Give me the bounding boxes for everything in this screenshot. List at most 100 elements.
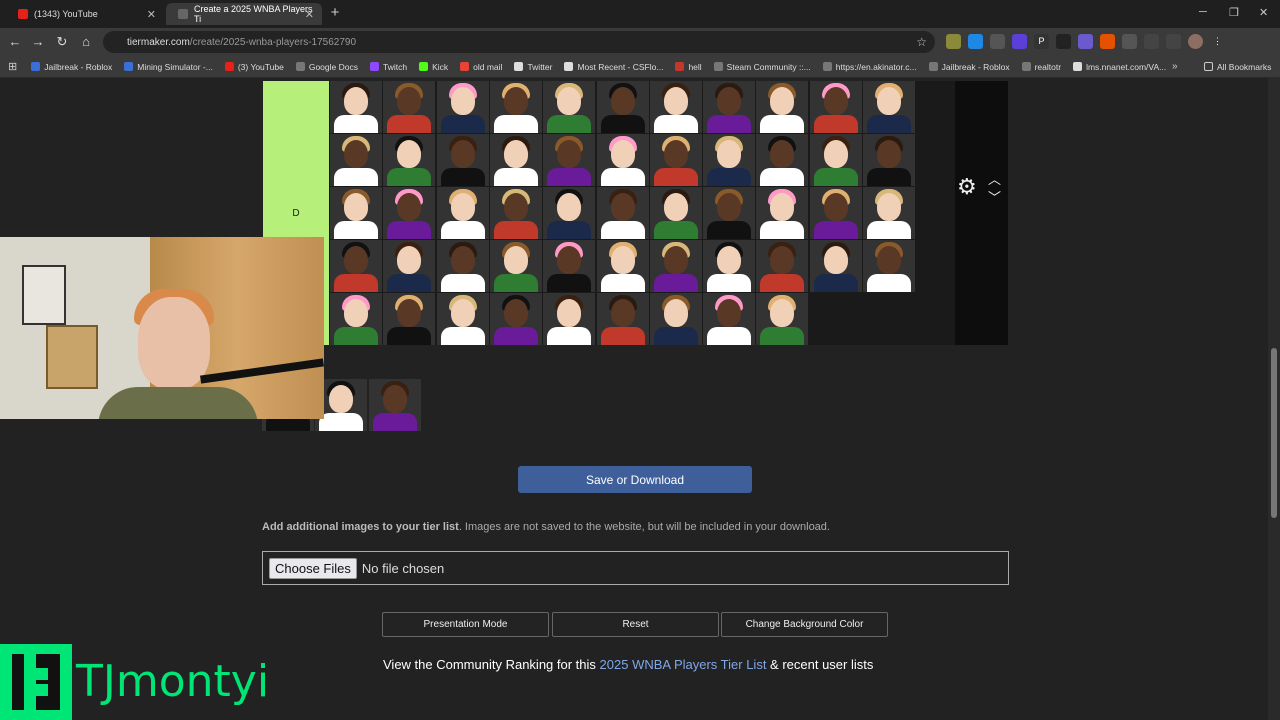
tier-row-d[interactable] [329, 81, 955, 345]
extension-icon[interactable] [1056, 34, 1071, 49]
player-card[interactable] [703, 134, 756, 186]
extension-icon[interactable] [1012, 34, 1027, 49]
player-card[interactable] [436, 81, 489, 133]
menu-kebab-icon[interactable]: ⋮ [1210, 34, 1225, 49]
bookmark-item[interactable]: old mail [460, 62, 502, 72]
bookmark-item[interactable]: Steam Community ::... [713, 62, 811, 72]
extension-icon[interactable]: P [1034, 34, 1049, 49]
player-card[interactable] [703, 81, 756, 133]
tab-youtube[interactable]: (1343) YouTube ✕ [6, 3, 164, 25]
extension-icon[interactable] [990, 34, 1005, 49]
player-card[interactable] [756, 134, 809, 186]
close-tab-icon[interactable]: ✕ [305, 8, 314, 21]
save-download-button[interactable]: Save or Download [518, 466, 752, 493]
player-card[interactable] [703, 240, 756, 292]
player-card[interactable] [649, 293, 702, 345]
bookmark-item[interactable]: Jailbreak - Roblox [928, 62, 1010, 72]
close-window-icon[interactable]: ✕ [1259, 6, 1268, 19]
change-background-button[interactable]: Change Background Color [721, 612, 888, 637]
extension-icon[interactable] [1122, 34, 1137, 49]
scrollbar-thumb[interactable] [1271, 348, 1277, 518]
player-card[interactable] [543, 240, 596, 292]
player-card[interactable] [330, 187, 382, 239]
extension-icon[interactable] [1100, 34, 1115, 49]
player-card[interactable] [863, 240, 915, 292]
back-icon[interactable]: ← [7, 34, 23, 49]
player-card[interactable] [649, 240, 702, 292]
player-card[interactable] [809, 240, 862, 292]
player-card[interactable] [649, 81, 702, 133]
player-card[interactable] [809, 134, 862, 186]
reset-button[interactable]: Reset [552, 612, 719, 637]
player-card[interactable] [543, 293, 596, 345]
bookmark-item[interactable]: Twitter [514, 62, 552, 72]
player-card[interactable] [596, 81, 649, 133]
player-card[interactable] [369, 379, 421, 431]
player-card[interactable] [383, 134, 436, 186]
player-card[interactable] [489, 187, 542, 239]
player-card[interactable] [489, 134, 542, 186]
new-tab-icon[interactable]: + [327, 5, 343, 21]
player-card[interactable] [863, 134, 915, 186]
player-card[interactable] [756, 187, 809, 239]
player-card[interactable] [489, 293, 542, 345]
bookmark-item[interactable]: Most Recent - CSFlo... [564, 62, 663, 72]
player-card[interactable] [383, 240, 436, 292]
bookmark-item[interactable]: lms.nnanet.com/VA... [1073, 62, 1166, 72]
player-card[interactable] [756, 81, 809, 133]
player-card[interactable] [436, 293, 489, 345]
player-card[interactable] [596, 187, 649, 239]
player-card[interactable] [436, 187, 489, 239]
player-card[interactable] [596, 293, 649, 345]
player-card[interactable] [436, 240, 489, 292]
player-card[interactable] [543, 134, 596, 186]
player-card[interactable] [649, 134, 702, 186]
restore-icon[interactable]: ❐ [1229, 6, 1239, 19]
player-card[interactable] [436, 134, 489, 186]
player-card[interactable] [330, 240, 382, 292]
player-card[interactable] [756, 293, 809, 345]
player-card[interactable] [863, 187, 915, 239]
bookmark-item[interactable]: Twitch [369, 62, 407, 72]
bookmark-item[interactable]: hell [675, 62, 702, 72]
bookmark-item[interactable]: realtotr [1021, 62, 1061, 72]
player-card[interactable] [543, 187, 596, 239]
player-card[interactable] [330, 134, 382, 186]
player-card[interactable] [383, 187, 436, 239]
bookmark-item[interactable]: Google Docs [295, 62, 358, 72]
player-card[interactable] [703, 293, 756, 345]
player-card[interactable] [703, 187, 756, 239]
bookmark-item[interactable]: Kick [419, 62, 448, 72]
bookmark-star-icon[interactable]: ☆ [916, 35, 927, 49]
tab-tiermaker[interactable]: Create a 2025 WNBA Players Ti ✕ [166, 3, 322, 25]
scrollbar[interactable] [1268, 78, 1280, 720]
bookmark-item[interactable]: https://en.akinator.c... [822, 62, 917, 72]
choose-files-button[interactable]: Choose Files [269, 557, 357, 579]
apps-grid-icon[interactable]: ⊞ [8, 60, 17, 73]
community-ranking-link[interactable]: 2025 WNBA Players Tier List [600, 657, 767, 672]
chevron-up-icon[interactable]: ︿ [988, 169, 1001, 188]
player-card[interactable] [543, 81, 596, 133]
player-card[interactable] [596, 134, 649, 186]
bookmark-item[interactable]: (3) YouTube [224, 62, 284, 72]
player-card[interactable] [330, 293, 382, 345]
url-bar[interactable]: tiermaker.com/create/2025-wnba-players-1… [103, 31, 935, 53]
forward-icon[interactable]: → [30, 34, 46, 49]
player-card[interactable] [756, 240, 809, 292]
bookmark-item[interactable]: Jailbreak - Roblox [31, 62, 112, 72]
player-card[interactable] [489, 81, 542, 133]
presentation-mode-button[interactable]: Presentation Mode [382, 612, 549, 637]
player-card[interactable] [809, 81, 862, 133]
player-card[interactable] [489, 240, 542, 292]
bookmark-item[interactable]: Mining Simulator -... [124, 62, 213, 72]
player-card[interactable] [596, 240, 649, 292]
extension-icon[interactable] [946, 34, 961, 49]
player-card[interactable] [383, 81, 436, 133]
player-card[interactable] [330, 81, 382, 133]
gear-icon[interactable]: ⚙ [957, 174, 977, 200]
player-card[interactable] [383, 293, 436, 345]
extensions-puzzle-icon[interactable] [1144, 34, 1159, 49]
player-card[interactable] [649, 187, 702, 239]
chevron-down-icon[interactable]: ﹀ [988, 187, 1001, 206]
player-card[interactable] [809, 187, 862, 239]
